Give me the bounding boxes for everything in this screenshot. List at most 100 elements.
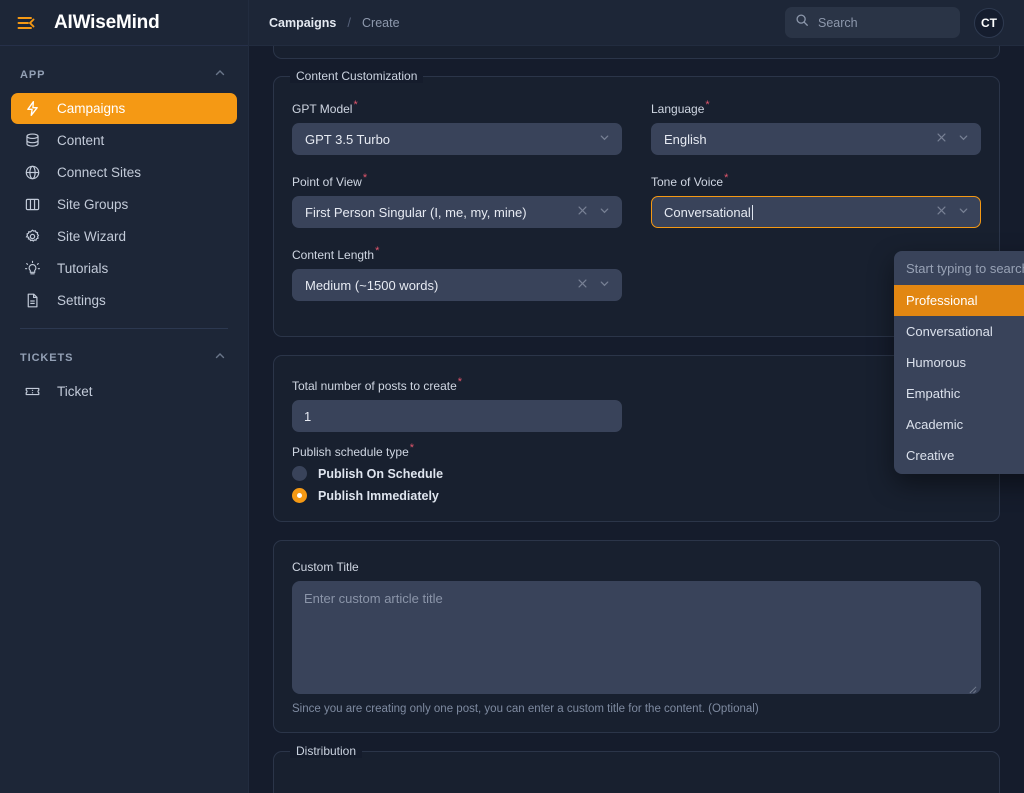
- tone-option-conversational[interactable]: Conversational: [894, 316, 1024, 347]
- brand-title: AIWiseMind: [54, 12, 160, 34]
- tone-of-voice-value: Conversational: [664, 205, 935, 220]
- sidebar-section-tickets[interactable]: TICKETS: [0, 341, 248, 375]
- total-posts-input[interactable]: 1: [292, 400, 622, 432]
- radio-publish-on-schedule[interactable]: Publish On Schedule: [292, 466, 981, 481]
- sidebar-item-label: Site Wizard: [57, 230, 126, 244]
- lightning-icon: [24, 100, 41, 117]
- collapse-sidebar-icon[interactable]: [16, 13, 36, 33]
- radio-label: Publish On Schedule: [318, 467, 443, 481]
- tone-option-academic[interactable]: Academic: [894, 409, 1024, 440]
- radio-button-checked-icon[interactable]: [292, 488, 307, 503]
- custom-title-textarea[interactable]: Enter custom article title: [292, 581, 981, 694]
- radio-button-unchecked-icon[interactable]: [292, 466, 307, 481]
- resize-grip-icon[interactable]: [968, 682, 977, 691]
- required-asterisk: *: [705, 99, 709, 111]
- tone-of-voice-dropdown[interactable]: Start typing to search... Professional C…: [894, 251, 1024, 474]
- sidebar-item-site-groups[interactable]: Site Groups: [11, 189, 237, 220]
- required-asterisk: *: [353, 99, 357, 111]
- sidebar-item-campaigns[interactable]: Campaigns: [11, 93, 237, 124]
- sidebar-divider: [20, 328, 228, 329]
- sidebar-item-label: Ticket: [57, 385, 93, 399]
- tone-option-professional[interactable]: Professional: [894, 285, 1024, 316]
- sidebar-item-settings[interactable]: Settings: [11, 285, 237, 316]
- custom-title-placeholder: Enter custom article title: [304, 591, 443, 606]
- breadcrumb-create[interactable]: Create: [362, 16, 400, 30]
- sidebar-item-tutorials[interactable]: Tutorials: [11, 253, 237, 284]
- publish-schedule-label: Publish schedule type*: [292, 442, 981, 459]
- breadcrumb-campaigns[interactable]: Campaigns: [269, 16, 336, 30]
- radio-publish-immediately[interactable]: Publish Immediately: [292, 488, 981, 503]
- avatar[interactable]: CT: [974, 8, 1004, 38]
- required-asterisk: *: [375, 245, 379, 257]
- language-label: Language*: [651, 99, 981, 116]
- sidebar-item-site-wizard[interactable]: Site Wizard: [11, 221, 237, 252]
- search-icon: [795, 13, 809, 32]
- sidebar-item-label: Campaigns: [57, 102, 125, 116]
- sidebar-item-ticket[interactable]: Ticket: [11, 376, 237, 407]
- clear-icon[interactable]: [576, 277, 598, 293]
- sidebar-item-content[interactable]: Content: [11, 125, 237, 156]
- database-icon: [24, 132, 41, 149]
- sidebar-item-label: Settings: [57, 294, 106, 308]
- tone-of-voice-label: Tone of Voice*: [651, 172, 981, 189]
- field-total-posts: Total number of posts to create* 1: [292, 376, 622, 432]
- point-of-view-select[interactable]: First Person Singular (I, me, my, mine): [292, 196, 622, 228]
- clear-icon[interactable]: [935, 204, 957, 220]
- content-length-label: Content Length*: [292, 245, 622, 262]
- content-length-label-text: Content Length: [292, 248, 374, 262]
- radio-label: Publish Immediately: [318, 489, 439, 503]
- chevron-down-icon[interactable]: [598, 204, 611, 220]
- bulb-icon: [24, 260, 41, 277]
- chevron-down-icon[interactable]: [598, 131, 611, 147]
- search-box[interactable]: [785, 7, 960, 38]
- posts-schedule-panel: Total number of posts to create* 1 Publi…: [273, 355, 1000, 522]
- clear-icon[interactable]: [576, 204, 598, 220]
- tone-dropdown-option-list: Professional Conversational Humorous Emp…: [894, 285, 1024, 471]
- tone-option-humorous[interactable]: Humorous: [894, 347, 1024, 378]
- sidebar-section-app[interactable]: APP: [0, 58, 248, 92]
- chevron-up-icon[interactable]: [214, 349, 226, 367]
- topbar: Campaigns / Create CT: [249, 0, 1024, 46]
- breadcrumb: Campaigns / Create: [269, 15, 400, 30]
- tone-option-empathic[interactable]: Empathic: [894, 378, 1024, 409]
- tone-of-voice-select[interactable]: Conversational: [651, 196, 981, 228]
- search-input[interactable]: [818, 16, 950, 30]
- custom-title-help-text: Since you are creating only one post, yo…: [292, 703, 981, 715]
- point-of-view-label: Point of View*: [292, 172, 622, 189]
- point-of-view-label-text: Point of View: [292, 175, 362, 189]
- point-of-view-value: First Person Singular (I, me, my, mine): [305, 205, 576, 220]
- gpt-model-label-text: GPT Model: [292, 102, 352, 116]
- language-select[interactable]: English: [651, 123, 981, 155]
- sidebar-item-label: Tutorials: [57, 262, 108, 276]
- tone-of-voice-label-text: Tone of Voice: [651, 175, 723, 189]
- distribution-panel: Distribution: [273, 751, 1000, 793]
- content-length-select[interactable]: Medium (~1500 words): [292, 269, 622, 301]
- document-icon: [24, 292, 41, 309]
- content-customization-panel: Content Customization GPT Model* GPT 3.5…: [273, 76, 1000, 337]
- required-asterisk: *: [363, 172, 367, 184]
- required-asterisk: *: [458, 376, 462, 388]
- breadcrumb-separator: /: [347, 15, 351, 30]
- language-label-text: Language: [651, 102, 704, 116]
- sidebar-item-connect-sites[interactable]: Connect Sites: [11, 157, 237, 188]
- content-customization-legend: Content Customization: [290, 69, 423, 83]
- tone-option-creative[interactable]: Creative: [894, 440, 1024, 471]
- ticket-icon: [24, 383, 41, 400]
- field-publish-schedule-type: Publish schedule type* Publish On Schedu…: [292, 442, 981, 503]
- field-content-length: Content Length* Medium (~1500 words): [292, 245, 622, 301]
- columns-icon: [24, 196, 41, 213]
- image-copyright-note-panel: *Note: Images may be subject to copyrigh…: [273, 46, 1000, 59]
- total-posts-label: Total number of posts to create*: [292, 376, 622, 393]
- chevron-down-icon[interactable]: [957, 204, 970, 220]
- sidebar-item-label: Site Groups: [57, 198, 128, 212]
- main-area: Campaigns / Create CT *Note: Images may …: [249, 0, 1024, 793]
- chevron-down-icon[interactable]: [957, 131, 970, 147]
- chevron-down-icon[interactable]: [598, 277, 611, 293]
- gpt-model-select[interactable]: GPT 3.5 Turbo: [292, 123, 622, 155]
- tone-of-voice-value-text: Conversational: [664, 205, 751, 220]
- text-caret: [752, 205, 753, 220]
- tone-dropdown-search-placeholder[interactable]: Start typing to search...: [894, 251, 1024, 285]
- gpt-model-label: GPT Model*: [292, 99, 622, 116]
- clear-icon[interactable]: [935, 131, 957, 147]
- chevron-up-icon[interactable]: [214, 66, 226, 84]
